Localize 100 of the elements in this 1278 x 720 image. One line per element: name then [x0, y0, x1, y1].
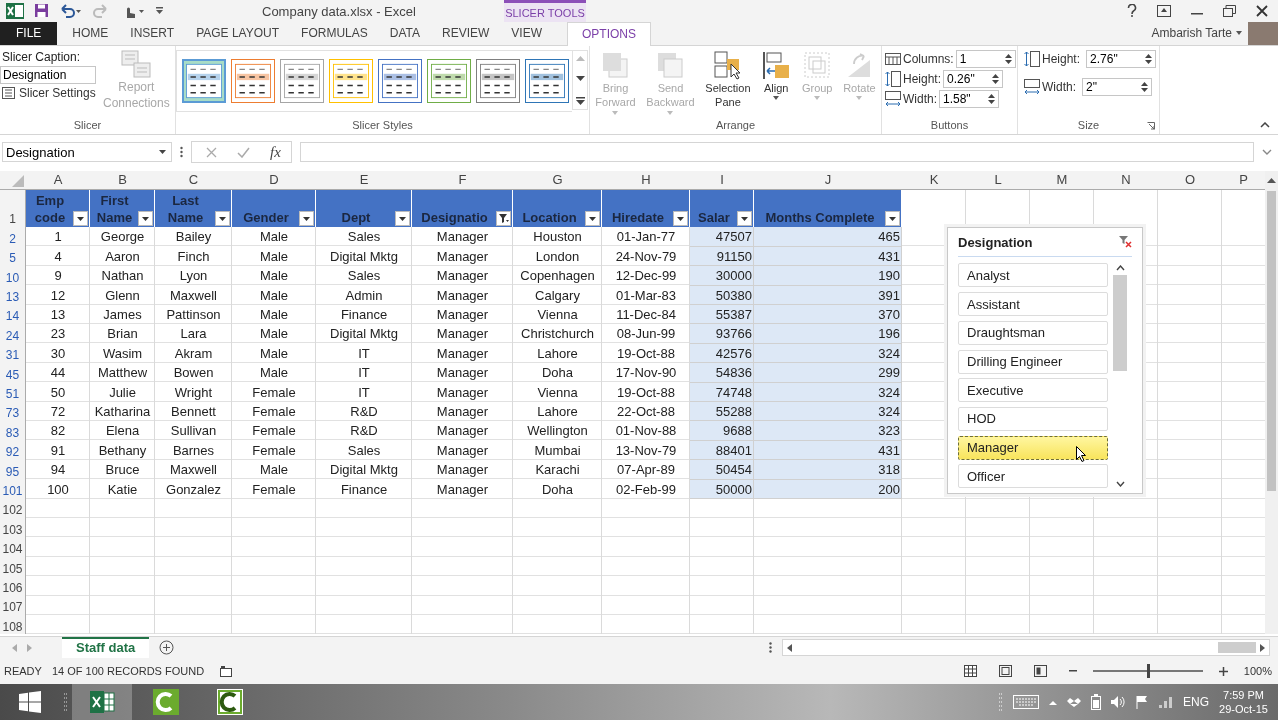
arrange-button[interactable]: Align: [759, 50, 794, 101]
slicer-item[interactable]: Assistant: [958, 292, 1108, 317]
scroll-left-icon[interactable]: [787, 644, 792, 652]
slicer-style-option[interactable]: [378, 59, 422, 104]
page-break-icon[interactable]: [1033, 665, 1047, 678]
filter-dropdown-button[interactable]: [138, 211, 153, 227]
horizontal-scrollbar[interactable]: [782, 639, 1270, 657]
zoom-out-icon[interactable]: [1068, 670, 1077, 673]
row-header[interactable]: 2: [0, 227, 26, 247]
ribbon-tab[interactable]: REVIEW: [431, 21, 501, 46]
row-header[interactable]: 24: [0, 324, 26, 344]
slicer-style-option[interactable]: [427, 59, 471, 104]
windows-logo-icon[interactable]: [19, 691, 41, 713]
ribbon-tab[interactable]: FORMULAS: [290, 21, 379, 46]
filter-dropdown-button[interactable]: [215, 211, 230, 227]
slicer-item[interactable]: Executive: [958, 378, 1108, 403]
spin-field[interactable]: 1.58": [939, 90, 999, 109]
app-icon[interactable]: [217, 689, 243, 715]
zoom-level[interactable]: 100%: [1243, 665, 1272, 678]
row-header[interactable]: 73: [0, 402, 26, 422]
collapse-ribbon-icon[interactable]: [1260, 122, 1270, 129]
flag-icon[interactable]: [1136, 695, 1150, 709]
ribbon-tab[interactable]: VIEW: [500, 21, 553, 46]
column-header[interactable]: I: [690, 171, 754, 190]
signal-icon[interactable]: [1159, 696, 1174, 708]
row-header[interactable]: 95: [0, 460, 26, 480]
row-header[interactable]: 105: [0, 557, 26, 577]
filter-dropdown-button[interactable]: [673, 211, 688, 227]
scroll-up-icon[interactable]: [1115, 265, 1125, 272]
filter-dropdown-button[interactable]: [73, 211, 88, 227]
row-header[interactable]: 31: [0, 343, 26, 364]
spin-arrows-icon[interactable]: [988, 93, 995, 106]
insert-function-button[interactable]: fx: [270, 144, 281, 161]
slicer-settings-button[interactable]: Slicer Settings: [0, 86, 98, 101]
ribbon-tab[interactable]: HOME: [61, 21, 120, 46]
column-header[interactable]: O: [1158, 171, 1222, 190]
active-app-highlight[interactable]: [72, 684, 132, 720]
spin-arrows-icon[interactable]: [1145, 53, 1153, 66]
row-header[interactable]: 14: [0, 305, 26, 325]
ribbon-tab[interactable]: PAGE LAYOUT: [185, 21, 291, 46]
row-header[interactable]: 10: [0, 266, 26, 286]
slicer-item[interactable]: HOD: [958, 406, 1108, 431]
column-header[interactable]: A: [26, 171, 90, 190]
name-box-field[interactable]: Designation: [2, 142, 172, 163]
slicer-style-option[interactable]: [329, 59, 373, 104]
column-header[interactable]: D: [232, 171, 316, 190]
column-header[interactable]: H: [602, 171, 690, 190]
column-header[interactable]: L: [966, 171, 1030, 190]
sheet-tab[interactable]: Staff data: [62, 637, 150, 659]
column-header[interactable]: M: [1030, 171, 1094, 190]
slicer-style-option[interactable]: [476, 59, 520, 104]
row-header[interactable]: 104: [0, 537, 26, 558]
language-indicator[interactable]: ENG: [1183, 695, 1210, 709]
scroll-thumb[interactable]: [1267, 191, 1276, 492]
spin-arrows-icon[interactable]: [1004, 53, 1012, 66]
slicer-style-option[interactable]: [525, 59, 569, 104]
row-header[interactable]: 108: [0, 615, 26, 635]
slicer-item[interactable]: Manager: [958, 435, 1108, 460]
save-icon[interactable]: [34, 3, 49, 19]
row-header[interactable]: 103: [0, 518, 26, 538]
dialog-launcher-icon[interactable]: [1147, 122, 1155, 131]
scroll-right-icon[interactable]: [1260, 644, 1265, 652]
row-header[interactable]: 101: [0, 479, 26, 499]
spreadsheet-app-icon[interactable]: [89, 690, 115, 714]
slicer-item[interactable]: Officer: [958, 464, 1108, 489]
column-header[interactable]: K: [902, 171, 966, 190]
ribbon-tab[interactable]: OPTIONS: [567, 21, 651, 47]
row-header[interactable]: 45: [0, 363, 26, 383]
slicer-item[interactable]: Drilling Engineer: [958, 349, 1108, 374]
close-icon[interactable]: [1256, 4, 1268, 17]
more-options-icon[interactable]: [769, 642, 772, 654]
column-header[interactable]: B: [90, 171, 155, 190]
show-hidden-icons-icon[interactable]: [1049, 699, 1058, 705]
clock-date[interactable]: 29-Oct-15: [1219, 702, 1268, 716]
scroll-thumb[interactable]: [1113, 275, 1127, 372]
slicer-item[interactable]: Analyst: [958, 263, 1108, 288]
filter-dropdown-button[interactable]: [737, 211, 752, 227]
filter-dropdown-button[interactable]: [299, 211, 314, 227]
spin-arrows-icon[interactable]: [1141, 81, 1148, 94]
ribbon-display-icon[interactable]: [1157, 4, 1171, 17]
expand-icon[interactable]: [1262, 149, 1272, 156]
spreadsheet-app-icon[interactable]: [6, 2, 24, 19]
new-sheet-icon[interactable]: [159, 640, 175, 656]
customize-caret-icon[interactable]: [155, 6, 164, 15]
row-header[interactable]: 1: [0, 190, 26, 228]
scroll-thumb[interactable]: [1218, 642, 1256, 654]
ribbon-tab[interactable]: FILE: [0, 21, 58, 46]
page-layout-icon[interactable]: [998, 665, 1012, 678]
filter-dropdown-button[interactable]: [585, 211, 600, 227]
normal-view-icon[interactable]: [963, 665, 977, 678]
row-header[interactable]: 51: [0, 382, 26, 402]
help-icon[interactable]: [1127, 4, 1137, 18]
user-name[interactable]: Ambarish Tarte: [1151, 26, 1232, 41]
filter-dropdown-button[interactable]: [496, 211, 511, 227]
row-header[interactable]: 92: [0, 440, 26, 461]
row-header[interactable]: 106: [0, 576, 26, 596]
spin-field[interactable]: 2": [1082, 78, 1152, 97]
row-header[interactable]: 83: [0, 421, 26, 441]
spin-field[interactable]: 1: [955, 50, 1016, 69]
caret-icon[interactable]: [1236, 31, 1242, 36]
